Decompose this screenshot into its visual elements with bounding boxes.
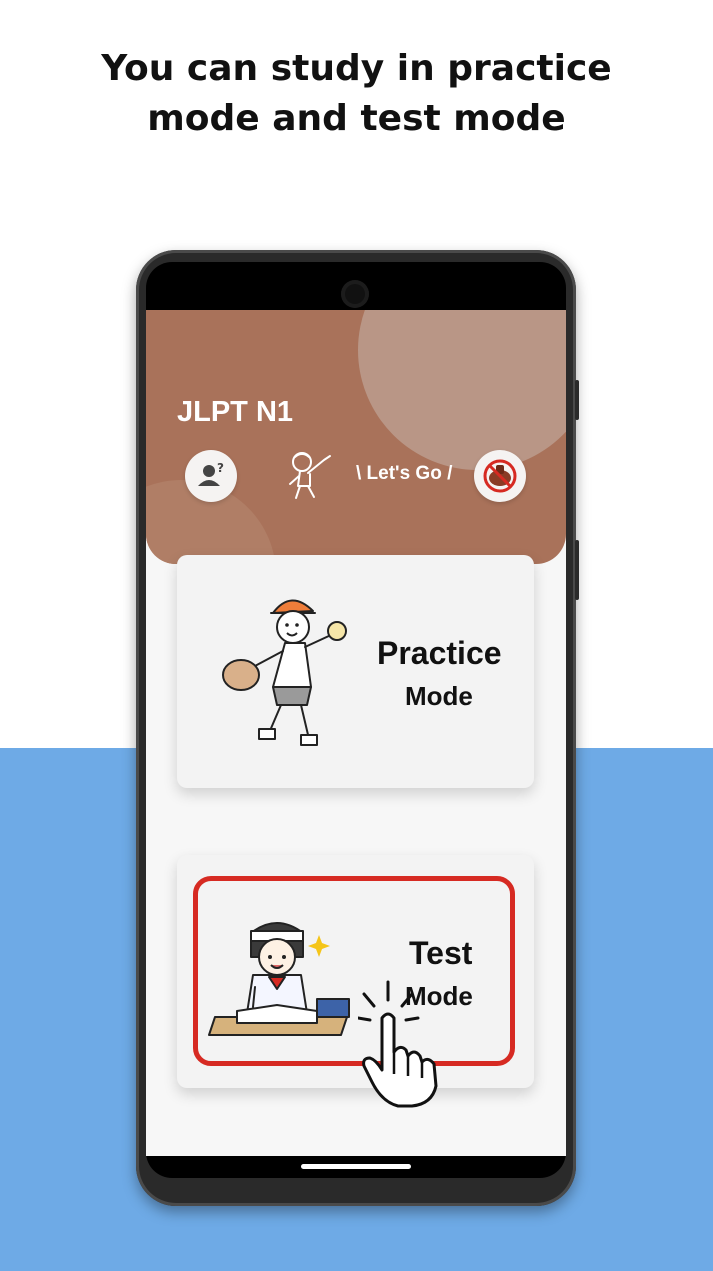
app-title: JLPT N1 — [177, 396, 294, 428]
practice-mode-card[interactable]: Practice Mode — [177, 555, 534, 788]
profile-button[interactable]: ? — [185, 450, 237, 502]
headline-line-1: You can study in practice — [101, 48, 612, 89]
test-mode-highlight — [193, 876, 515, 1066]
tap-hand-icon — [358, 980, 438, 1108]
phone-power-button — [575, 540, 579, 600]
camera-icon — [341, 280, 369, 308]
home-indicator[interactable] — [301, 1164, 411, 1169]
practice-mode-subtitle: Mode — [405, 681, 473, 711]
user-question-icon: ? — [198, 461, 224, 486]
practice-mode-title: Practice — [377, 635, 502, 671]
headline-line-2: mode and test mode — [147, 98, 566, 139]
baseball-child-illustration — [222, 599, 347, 746]
phone-volume-button — [575, 380, 579, 420]
no-ads-button[interactable] — [474, 450, 526, 502]
no-ads-icon — [483, 459, 517, 493]
app-header: JLPT N1 ? \ Let's Go / — [146, 310, 566, 564]
svg-text:?: ? — [217, 461, 224, 475]
headline: You can study in practice mode and test … — [0, 44, 713, 144]
lets-go-label: \ Let's Go / — [356, 463, 453, 484]
app-screen: JLPT N1 ? \ Let's Go / Practice Mode Tes… — [146, 310, 566, 1156]
pointing-child-icon — [289, 452, 331, 499]
header-decor-circle — [358, 310, 566, 470]
